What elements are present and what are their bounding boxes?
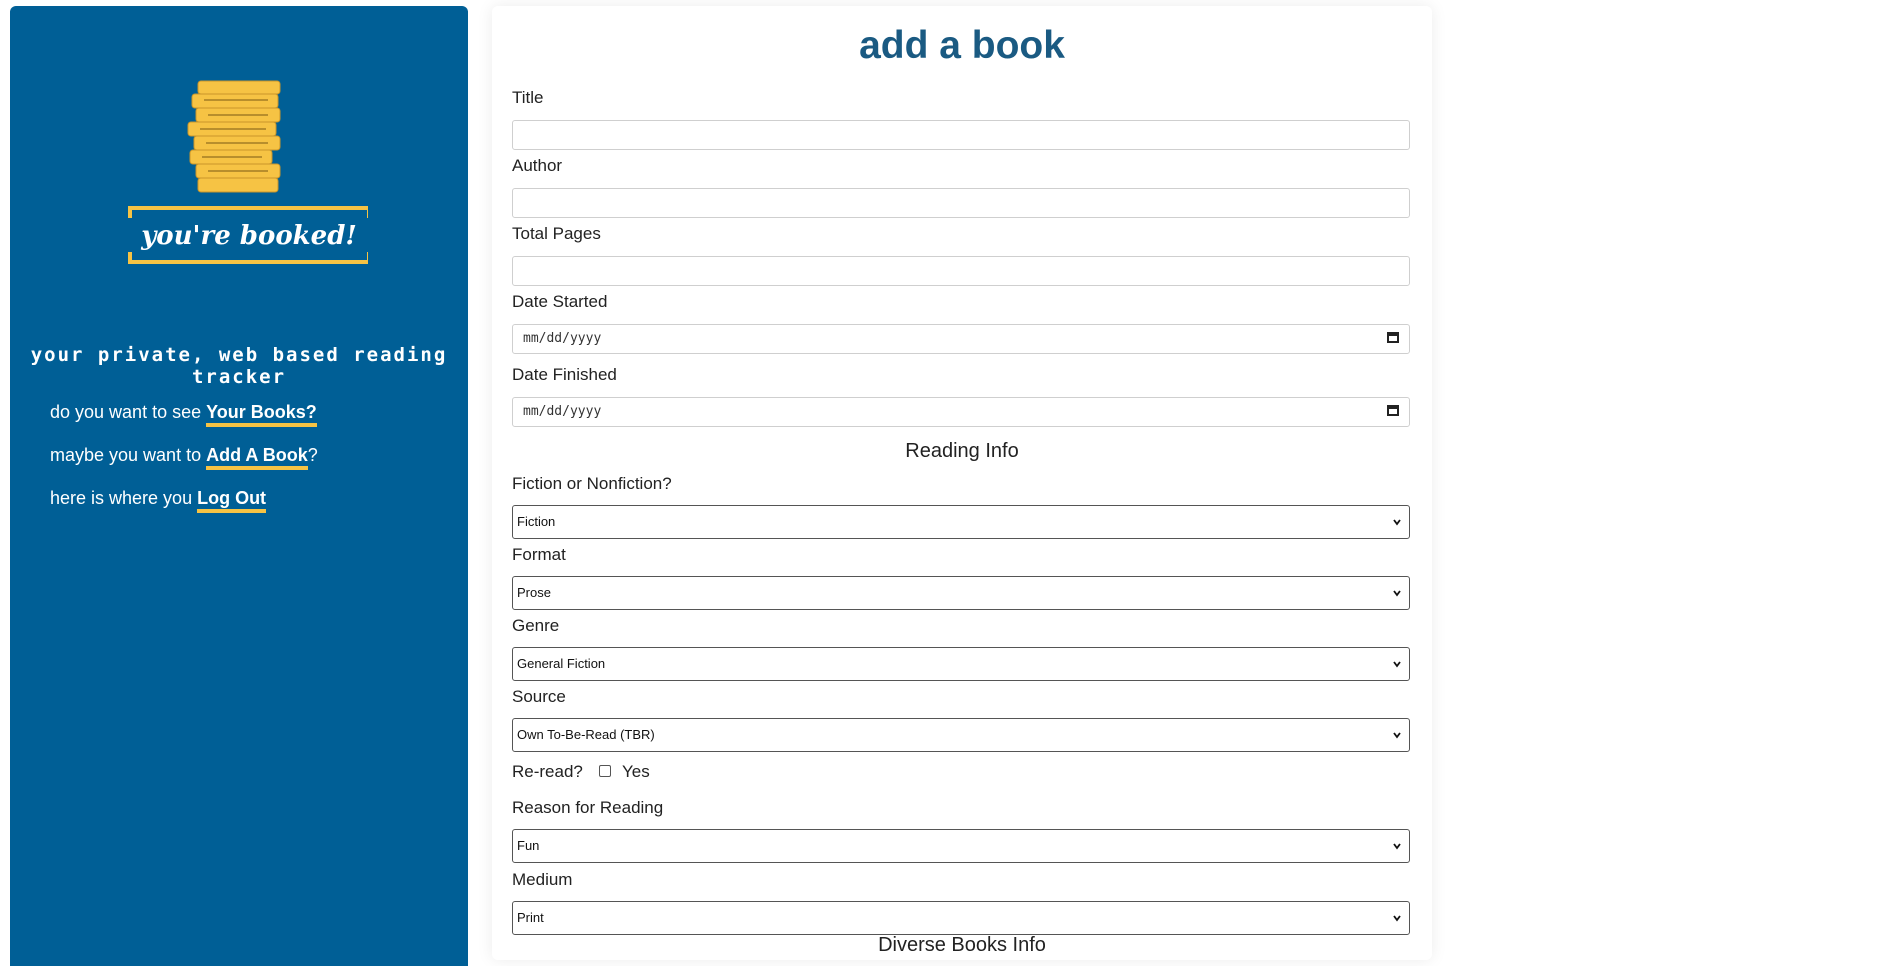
calendar-icon[interactable] bbox=[1387, 332, 1399, 343]
author-label: Author bbox=[512, 156, 563, 175]
source-select[interactable]: Own To-Be-Read (TBR) bbox=[512, 718, 1410, 752]
date-placeholder: mm/dd/yyyy bbox=[523, 404, 602, 419]
calendar-icon[interactable] bbox=[1387, 405, 1399, 416]
date-started-label: Date Started bbox=[512, 292, 608, 311]
total-pages-label: Total Pages bbox=[512, 224, 601, 243]
diverse-books-heading: Diverse Books Info bbox=[878, 934, 1046, 956]
format-select[interactable]: Prose bbox=[512, 576, 1410, 610]
chevron-down-icon bbox=[1393, 661, 1401, 668]
select-value: Fiction bbox=[517, 514, 556, 529]
nav-line-log-out: here is where you Log Out bbox=[50, 488, 267, 513]
nav-prefix: do you want to see bbox=[50, 402, 207, 422]
genre-label: Genre bbox=[512, 616, 560, 635]
reread-checkbox[interactable] bbox=[599, 765, 611, 777]
nav-prefix: maybe you want to bbox=[50, 445, 207, 465]
books-stack-logo: you're booked! bbox=[128, 80, 368, 264]
medium-label: Medium bbox=[512, 870, 573, 889]
logo-text: you're booked! bbox=[140, 221, 357, 251]
title-label: Title bbox=[512, 88, 544, 107]
chevron-down-icon bbox=[1393, 843, 1401, 850]
reading-info-heading: Reading Info bbox=[905, 440, 1019, 462]
select-value: General Fiction bbox=[517, 656, 606, 671]
date-finished-label: Date Finished bbox=[512, 365, 617, 384]
nav-prefix: here is where you bbox=[50, 488, 198, 508]
source-label: Source bbox=[512, 687, 566, 706]
medium-select[interactable]: Print bbox=[512, 901, 1410, 935]
total-pages-input[interactable] bbox=[512, 256, 1410, 286]
select-value: Print bbox=[517, 910, 544, 925]
sidebar: you're booked! your private, web based r… bbox=[10, 6, 468, 966]
nav-line-add-book: maybe you want to Add A Book? bbox=[50, 445, 318, 470]
chevron-down-icon bbox=[1393, 732, 1401, 739]
date-placeholder: mm/dd/yyyy bbox=[523, 331, 602, 346]
chevron-down-icon bbox=[1393, 590, 1401, 597]
nav-suffix: ? bbox=[307, 445, 318, 465]
tagline: your private, web based reading tracker bbox=[30, 344, 448, 388]
chevron-down-icon bbox=[1393, 915, 1401, 922]
date-started-input[interactable]: mm/dd/yyyy bbox=[512, 324, 1410, 354]
add-book-form: add a book Title Author Total Pages Date… bbox=[492, 6, 1432, 960]
format-label: Format bbox=[512, 545, 566, 564]
your-books-link[interactable]: Your Books? bbox=[206, 402, 317, 427]
fiction-select[interactable]: Fiction bbox=[512, 505, 1410, 539]
nav-line-your-books: do you want to see Your Books? bbox=[50, 402, 317, 427]
title-input[interactable] bbox=[512, 120, 1410, 150]
author-input[interactable] bbox=[512, 188, 1410, 218]
date-finished-input[interactable]: mm/dd/yyyy bbox=[512, 397, 1410, 427]
fiction-label: Fiction or Nonfiction? bbox=[512, 474, 672, 493]
add-a-book-link[interactable]: Add A Book bbox=[206, 445, 308, 470]
reason-select[interactable]: Fun bbox=[512, 829, 1410, 863]
log-out-link[interactable]: Log Out bbox=[197, 488, 267, 513]
select-value: Fun bbox=[517, 838, 540, 853]
reason-label: Reason for Reading bbox=[512, 798, 664, 817]
page-title: add a book bbox=[859, 24, 1065, 67]
reread-label: Re-read? bbox=[512, 762, 583, 781]
chevron-down-icon bbox=[1393, 519, 1401, 526]
select-value: Prose bbox=[517, 585, 551, 600]
select-value: Own To-Be-Read (TBR) bbox=[517, 727, 655, 742]
reread-yes-label: Yes bbox=[622, 762, 650, 781]
genre-select[interactable]: General Fiction bbox=[512, 647, 1410, 681]
